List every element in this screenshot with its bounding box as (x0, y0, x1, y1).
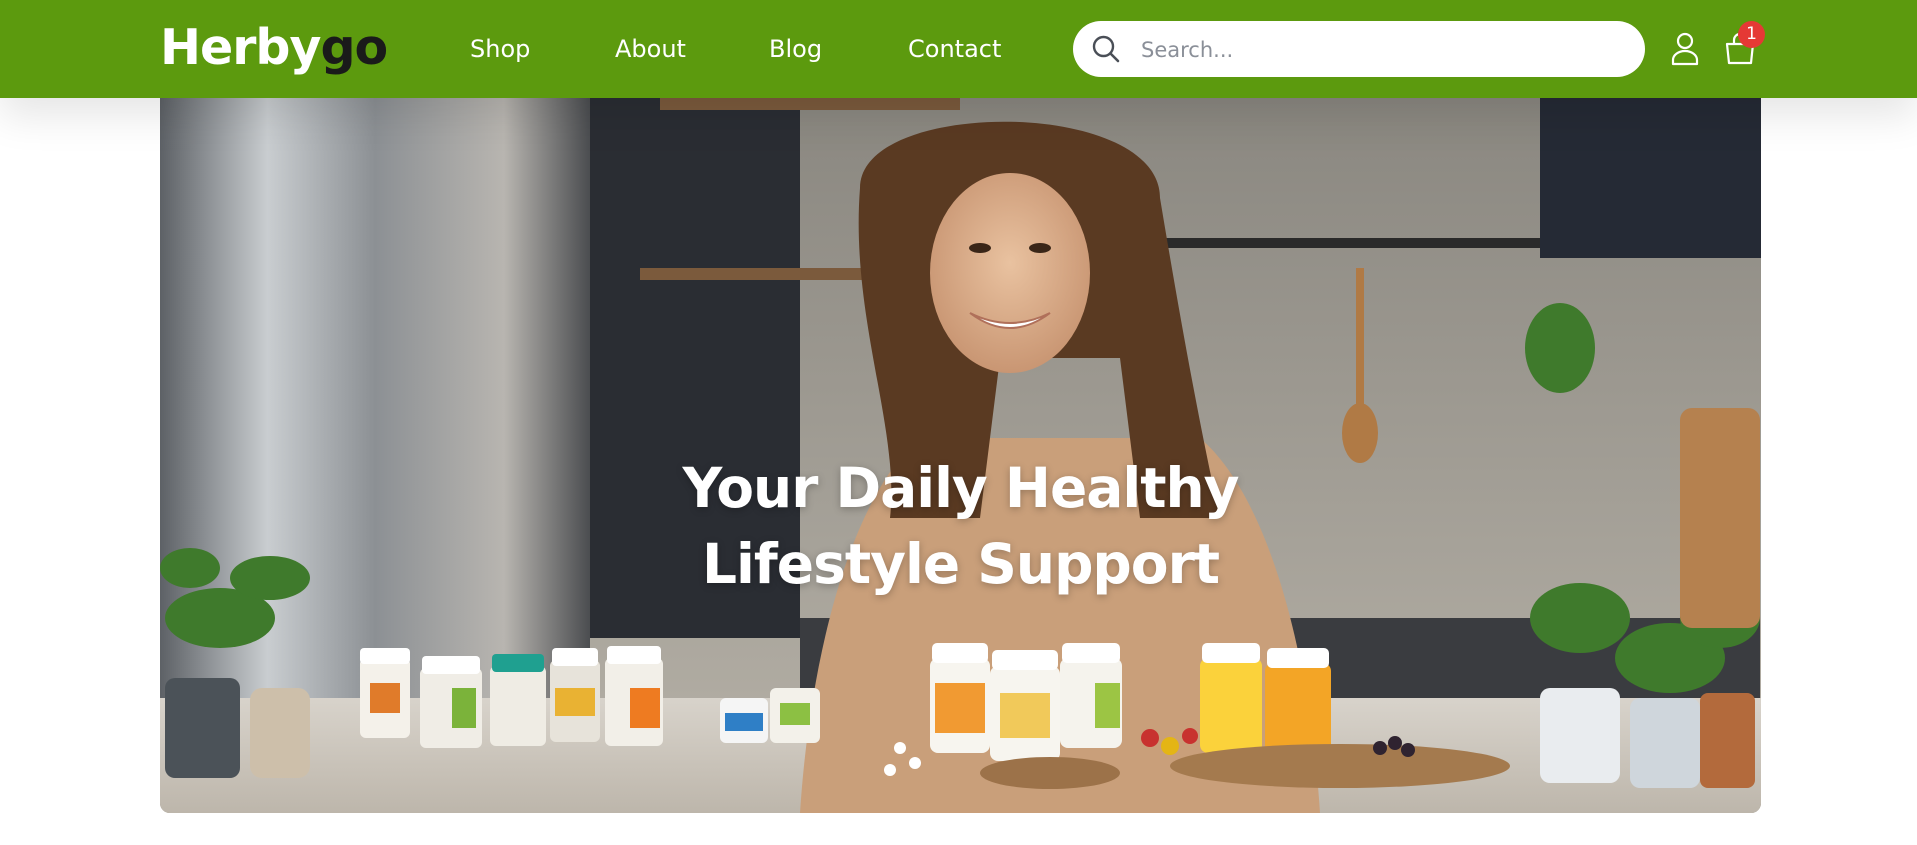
cart-count-badge: 1 (1738, 21, 1765, 48)
nav-link-contact[interactable]: Contact (908, 28, 1001, 70)
hero-headline-line1: Your Daily Healthy (682, 456, 1239, 520)
nav-link-blog[interactable]: Blog (769, 28, 822, 70)
account-icon[interactable] (1668, 30, 1702, 66)
nav-link-about[interactable]: About (615, 28, 686, 70)
site-header: Herbygo Shop About Blog Contact 1 (0, 0, 1917, 98)
hero-headline-line2: Lifestyle Support (701, 532, 1220, 596)
search-input[interactable] (1139, 29, 1623, 71)
hero-headline: Your Daily Healthy Lifestyle Support (160, 450, 1761, 602)
search-bar[interactable] (1073, 21, 1645, 77)
logo-text-dark: go (320, 19, 388, 76)
logo-text-light: Herby (160, 19, 321, 76)
search-icon[interactable] (1091, 34, 1121, 64)
brand-logo[interactable]: Herbygo (160, 18, 388, 78)
nav-link-shop[interactable]: Shop (470, 28, 530, 70)
hero-banner: Your Daily Healthy Lifestyle Support (160, 98, 1761, 813)
